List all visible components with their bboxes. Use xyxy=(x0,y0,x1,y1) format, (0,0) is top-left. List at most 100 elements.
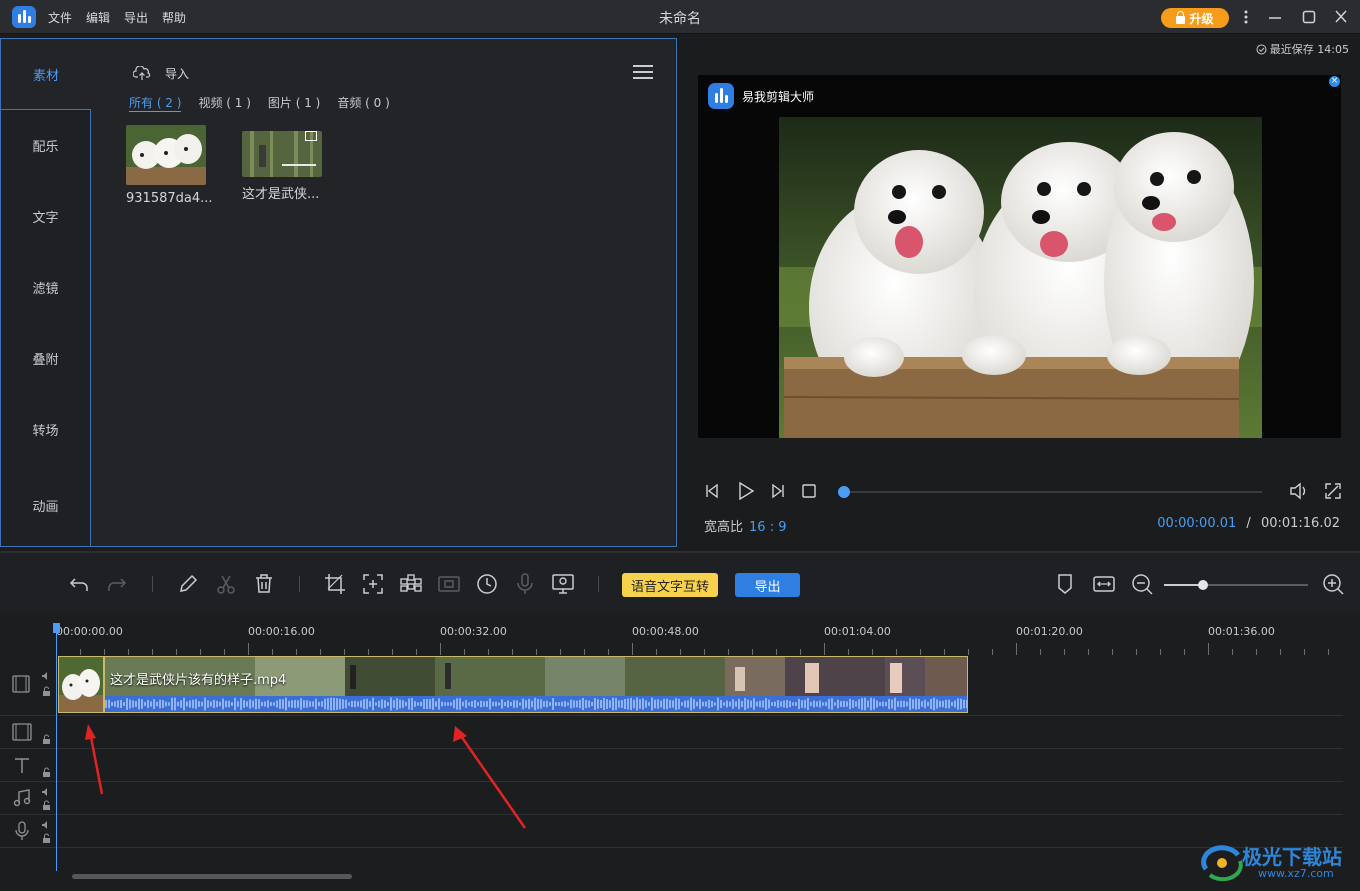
speaker-icon[interactable] xyxy=(41,820,51,830)
zoom-slider[interactable] xyxy=(1164,580,1308,590)
menu-export[interactable]: 导出 xyxy=(124,9,148,26)
tab-overlays[interactable]: 叠附 xyxy=(1,323,91,394)
wave-bar xyxy=(318,701,320,707)
time-ruler[interactable]: 00:00:00.00 00:00:16.00 00:00:32.00 00:0… xyxy=(56,615,1346,655)
wave-bar xyxy=(324,698,326,710)
close-icon[interactable] xyxy=(1334,9,1348,29)
fullscreen-icon[interactable] xyxy=(1322,480,1344,502)
wave-bar xyxy=(114,701,116,707)
filter-all[interactable]: 所有 ( 2 ) xyxy=(129,94,182,112)
wave-bar xyxy=(954,700,956,708)
lock-icon[interactable] xyxy=(42,686,51,696)
wave-bar xyxy=(468,702,470,706)
speed-clock-icon[interactable] xyxy=(475,572,499,596)
wave-bar xyxy=(447,702,449,706)
media-item-video[interactable]: 这才是武侠... xyxy=(242,125,326,202)
crop-icon[interactable] xyxy=(323,572,347,596)
ruler-label: 00:01:04.00 xyxy=(824,625,891,638)
video-clip[interactable]: 这才是武侠片该有的样子.mp4 xyxy=(104,656,968,713)
menu-edit[interactable]: 编辑 xyxy=(86,9,110,26)
import-button[interactable]: 导入 xyxy=(133,65,189,82)
ruler-label: 00:01:20.00 xyxy=(1016,625,1083,638)
wave-bar xyxy=(861,698,863,710)
lock-icon[interactable] xyxy=(42,800,51,810)
filter-video[interactable]: 视频 ( 1 ) xyxy=(198,94,250,112)
microphone-icon[interactable] xyxy=(513,572,537,596)
wave-bar xyxy=(603,697,605,711)
track-header xyxy=(8,782,54,814)
undo-icon[interactable] xyxy=(67,572,91,596)
wave-bar xyxy=(270,702,272,706)
progress-handle[interactable] xyxy=(838,486,850,498)
wave-bar xyxy=(894,697,896,711)
speaker-icon[interactable] xyxy=(41,787,51,797)
wave-bar xyxy=(543,701,545,707)
edit-pencil-icon[interactable] xyxy=(176,572,200,596)
play-icon[interactable] xyxy=(734,480,756,502)
filter-image[interactable]: 图片 ( 1 ) xyxy=(268,94,320,112)
playhead[interactable] xyxy=(53,623,60,871)
export-button[interactable]: 导出 xyxy=(735,573,800,597)
fit-timeline-icon[interactable] xyxy=(1092,572,1116,596)
next-frame-icon[interactable] xyxy=(766,480,788,502)
filter-audio[interactable]: 音频 ( 0 ) xyxy=(337,94,389,112)
mosaic-icon[interactable] xyxy=(399,572,423,596)
list-view-icon[interactable] xyxy=(633,65,653,79)
redo-icon[interactable] xyxy=(105,572,129,596)
zoom-in-icon[interactable] xyxy=(1321,572,1345,596)
menu-file[interactable]: 文件 xyxy=(48,9,72,26)
edit-toolbar: 语音文字互转 导出 xyxy=(0,551,1360,615)
wave-bar xyxy=(792,702,794,706)
wave-bar xyxy=(588,700,590,708)
wave-bar xyxy=(648,702,650,706)
delete-icon[interactable] xyxy=(252,572,276,596)
wave-bar xyxy=(162,700,164,708)
wave-bar xyxy=(120,699,122,709)
lock-icon[interactable] xyxy=(42,734,51,744)
wave-bar xyxy=(939,700,941,708)
image-clip[interactable] xyxy=(58,656,104,713)
zoom-handle[interactable] xyxy=(1197,580,1208,590)
wave-bar xyxy=(243,700,245,708)
wave-bar xyxy=(879,702,881,706)
media-item-image[interactable]: 931587da4... xyxy=(126,125,213,206)
tab-animation[interactable]: 动画 xyxy=(1,465,91,546)
marker-icon[interactable] xyxy=(1053,572,1077,596)
playback-progress[interactable] xyxy=(838,486,1262,498)
lock-icon[interactable] xyxy=(42,833,51,843)
menu-help[interactable]: 帮助 xyxy=(162,9,186,26)
voice-track xyxy=(0,815,1343,848)
wave-bar xyxy=(159,699,161,709)
close-watermark-icon[interactable]: × xyxy=(1329,76,1340,87)
tab-text[interactable]: 文字 xyxy=(1,181,91,252)
tab-filters[interactable]: 滤镜 xyxy=(1,252,91,323)
aspect-ratio[interactable]: 宽高比 16 : 9 xyxy=(704,516,786,535)
speaker-icon[interactable] xyxy=(41,671,51,681)
wave-bar xyxy=(570,699,572,709)
scissors-icon[interactable] xyxy=(214,572,238,596)
title-bar: 文件 编辑 导出 帮助 未命名 升级 xyxy=(0,0,1360,34)
video-preview[interactable]: 易我剪辑大师 × xyxy=(698,75,1341,438)
lock-icon[interactable] xyxy=(42,767,51,777)
site-logo-icon xyxy=(1201,845,1243,882)
timeline-scrollbar[interactable] xyxy=(72,874,352,879)
freeze-frame-icon[interactable] xyxy=(437,572,461,596)
wave-bar xyxy=(444,702,446,706)
volume-icon[interactable] xyxy=(1288,480,1310,502)
tab-media[interactable]: 素材 xyxy=(1,39,91,110)
zoom-frame-icon[interactable] xyxy=(361,572,385,596)
tab-music[interactable]: 配乐 xyxy=(1,110,91,181)
stop-icon[interactable] xyxy=(798,480,820,502)
tab-transitions[interactable]: 转场 xyxy=(1,394,91,465)
speech-text-button[interactable]: 语音文字互转 xyxy=(622,573,718,597)
minimize-icon[interactable] xyxy=(1268,9,1282,29)
screen-record-icon[interactable] xyxy=(551,572,575,596)
zoom-out-icon[interactable] xyxy=(1130,572,1154,596)
more-icon[interactable] xyxy=(1243,9,1249,29)
prev-frame-icon[interactable] xyxy=(702,480,724,502)
maximize-icon[interactable] xyxy=(1302,9,1316,29)
wave-bar xyxy=(426,699,428,709)
wave-bar xyxy=(165,701,167,707)
upgrade-button[interactable]: 升级 xyxy=(1161,8,1229,28)
wave-bar xyxy=(249,699,251,709)
